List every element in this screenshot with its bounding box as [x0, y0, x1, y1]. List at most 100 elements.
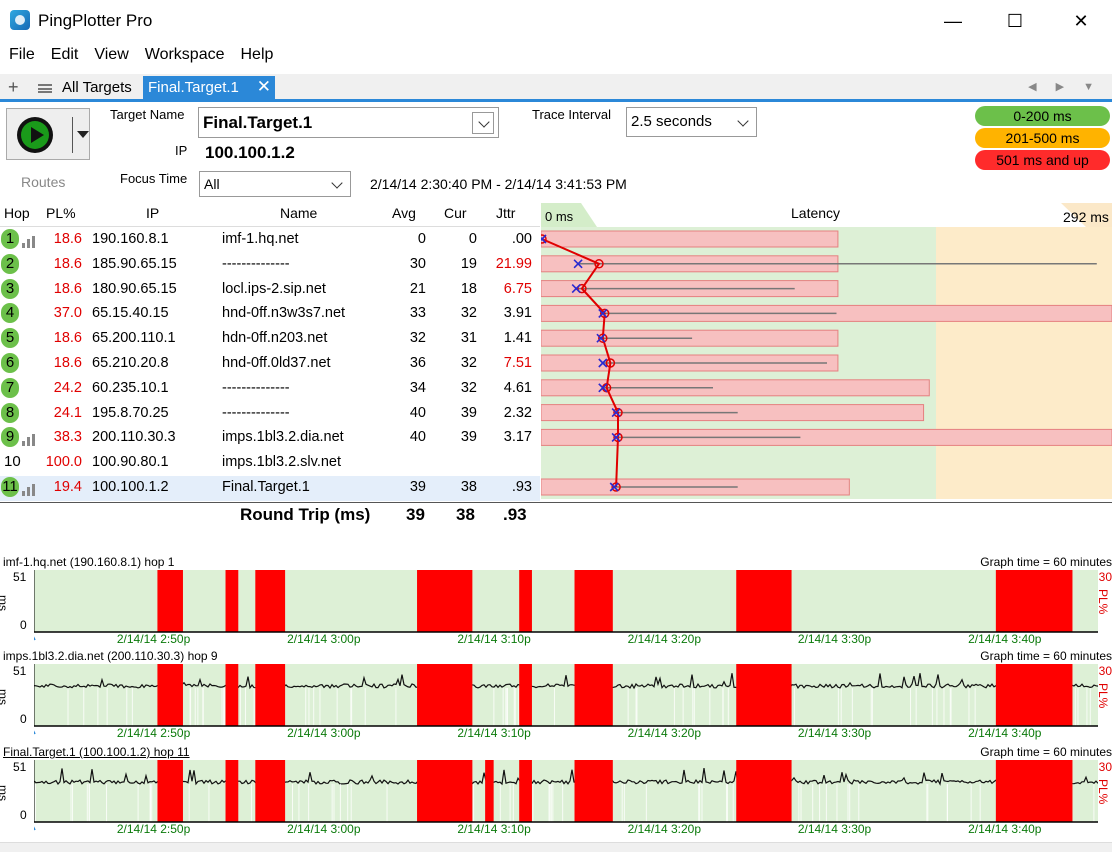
- hop-row[interactable]: 3 18.6 180.90.65.15 locl.ips-2.sip.net 21 18 6…: [0, 278, 540, 303]
- hop-row[interactable]: 6 18.6 65.210.20.8 hnd-0ff.0ld37.net 36 32 7.5…: [0, 352, 540, 377]
- focus-time-value: All: [204, 176, 220, 192]
- dropdown-arrow-icon[interactable]: [77, 131, 89, 138]
- bar-chart-icon[interactable]: [22, 434, 36, 447]
- packet-loss-block: [417, 570, 473, 632]
- target-name-input[interactable]: Final.Target.1: [198, 107, 499, 138]
- packet-loss-block: [574, 760, 613, 822]
- hop-jttr: 3.91: [503, 305, 532, 322]
- target-name-dropdown-icon[interactable]: [472, 112, 494, 134]
- timeline-graph[interactable]: Final.Target.1 (100.100.1.2) hop 11 Graph…: [0, 743, 1112, 836]
- col-ip[interactable]: IP: [146, 205, 159, 221]
- menu-edit[interactable]: Edit: [42, 44, 86, 64]
- title-bar: PingPlotter Pro — ☐ ✕: [0, 0, 1112, 42]
- x-tick-label: 2/14/14 3:20p: [627, 726, 701, 740]
- timeline-plot: [34, 664, 1098, 735]
- hop-cur: 39: [460, 429, 477, 446]
- hop-cur: 32: [460, 355, 477, 371]
- timeline-graph[interactable]: imf-1.hq.net (190.160.8.1) hop 1 Graph ti…: [0, 553, 1112, 646]
- col-cur[interactable]: Cur: [444, 205, 467, 221]
- status-bar: [0, 842, 1112, 852]
- hop-number: 5: [1, 328, 19, 349]
- x-tick-label: 2/14/14 3:40p: [968, 726, 1042, 740]
- x-tick-label: 2/14/14 3:00p: [287, 822, 361, 836]
- col-hop[interactable]: Hop: [4, 205, 30, 221]
- hop-jttr: 3.17: [503, 429, 532, 446]
- col-avg[interactable]: Avg: [392, 205, 416, 221]
- add-tab-icon[interactable]: +: [8, 77, 19, 98]
- time-range-text: 2/14/14 2:30:40 PM - 2/14/14 3:41:53 PM: [370, 176, 627, 192]
- play-icon: [17, 117, 53, 153]
- hop-name: imps.1bl3.2.dia.net: [222, 429, 344, 446]
- bar-chart-icon[interactable]: [22, 484, 36, 496]
- hop-row[interactable]: 4 37.0 65.15.40.15 hnd-0ff.n3w3s7.net 33 32 3.…: [0, 302, 540, 327]
- hop-ip: 60.235.10.1: [92, 379, 169, 396]
- hop-row[interactable]: 11 19.4 100.100.1.2 Final.Target.1 39 38 .93: [0, 476, 540, 501]
- ip-label: IP: [175, 143, 188, 158]
- hop-cur: 32: [460, 379, 477, 396]
- hop-ip: 195.8.70.25: [92, 404, 169, 421]
- graph-title: Final.Target.1 (100.100.1.2) hop 11: [3, 745, 190, 759]
- timeline-graph[interactable]: imps.1bl3.2.dia.net (200.110.30.3) hop 9…: [0, 647, 1112, 740]
- hop-pl: 19.4: [53, 479, 82, 495]
- hop-pl: 18.6: [53, 231, 82, 247]
- hop-avg: 34: [409, 379, 426, 396]
- ip-value: 100.100.1.2: [205, 143, 295, 162]
- focus-time-select[interactable]: All: [199, 171, 351, 197]
- tab-scroll-icons[interactable]: ◀ ▶ ▼: [1028, 80, 1102, 93]
- trace-interval-select[interactable]: 2.5 seconds: [626, 107, 757, 137]
- routes-label[interactable]: Routes: [21, 174, 65, 190]
- hop-row[interactable]: 1 18.6 190.160.8.1 imf-1.hq.net 0 0 .00: [0, 228, 540, 253]
- tab-all-targets[interactable]: All Targets: [62, 79, 132, 96]
- close-button[interactable]: ✕: [1058, 4, 1104, 38]
- hop-avg: 21: [409, 280, 426, 297]
- tab-close-icon[interactable]: ✕: [257, 77, 271, 97]
- latency-min-label: 0 ms: [545, 209, 574, 224]
- hop-cur: 19: [460, 255, 477, 272]
- menu-view[interactable]: View: [85, 44, 135, 64]
- timeline-start-marker: [34, 636, 36, 641]
- hop-pl: 24.1: [53, 404, 82, 421]
- packet-loss-block: [519, 570, 532, 632]
- panel-divider: [0, 502, 1112, 503]
- hop-row[interactable]: 7 24.2 60.235.10.1 -------------- 34 32 4.61: [0, 377, 540, 402]
- y-axis-unit: ms: [0, 595, 10, 611]
- hop-row[interactable]: 5 18.6 65.200.110.1 hdn-0ff.n203.net 32 31 1.4…: [0, 327, 540, 352]
- hop-row[interactable]: 10 100.0 100.90.80.1 imps.1bl3.2.slv.net: [0, 451, 540, 476]
- x-tick-label: 2/14/14 3:10p: [457, 726, 531, 740]
- hop-avg: 0: [417, 231, 426, 247]
- list-icon[interactable]: [38, 84, 52, 93]
- col-jttr[interactable]: Jttr: [496, 205, 515, 221]
- menu-workspace[interactable]: Workspace: [136, 44, 232, 64]
- hop-row[interactable]: 9 38.3 200.110.30.3 imps.1bl3.2.dia.net 40 39…: [0, 426, 540, 451]
- maximize-button[interactable]: ☐: [992, 4, 1038, 38]
- packet-loss-block: [485, 760, 494, 822]
- hop-number: 6: [1, 353, 19, 373]
- hop-pl: 100.0: [45, 454, 82, 471]
- timeline-start-marker: [34, 826, 36, 831]
- col-name[interactable]: Name: [280, 205, 317, 221]
- tab-final-target[interactable]: Final.Target.1 ✕: [143, 76, 275, 100]
- menu-file[interactable]: File: [0, 44, 42, 64]
- hop-jttr: .93: [511, 479, 532, 495]
- bar-chart-icon[interactable]: [22, 236, 36, 248]
- hop-name: Final.Target.1: [222, 479, 310, 495]
- round-trip-label: Round Trip (ms): [240, 505, 371, 524]
- hop-jttr: 21.99: [495, 255, 532, 272]
- col-pl[interactable]: PL%: [46, 205, 76, 221]
- target-name-value: Final.Target.1: [203, 113, 313, 132]
- pl-axis-max: 30: [1098, 570, 1112, 584]
- menu-help[interactable]: Help: [231, 44, 280, 64]
- packet-loss-block: [995, 760, 1073, 822]
- hop-row[interactable]: 2 18.6 185.90.65.15 -------------- 30 19 21.99: [0, 253, 540, 278]
- timeline-background: [34, 570, 1098, 632]
- x-tick-label: 2/14/14 3:30p: [797, 632, 872, 646]
- hop-row[interactable]: 8 24.1 195.8.70.25 -------------- 40 39 2.32: [0, 402, 540, 427]
- packet-loss-block: [519, 664, 532, 726]
- hop-cur: 0: [468, 231, 477, 247]
- minimize-button[interactable]: —: [930, 4, 976, 38]
- hop-pl: 18.6: [53, 280, 82, 297]
- hop-pl: 18.6: [53, 330, 82, 347]
- round-trip-cur: 38: [456, 505, 475, 524]
- packet-loss-block: [736, 570, 792, 632]
- start-trace-button[interactable]: [6, 108, 90, 160]
